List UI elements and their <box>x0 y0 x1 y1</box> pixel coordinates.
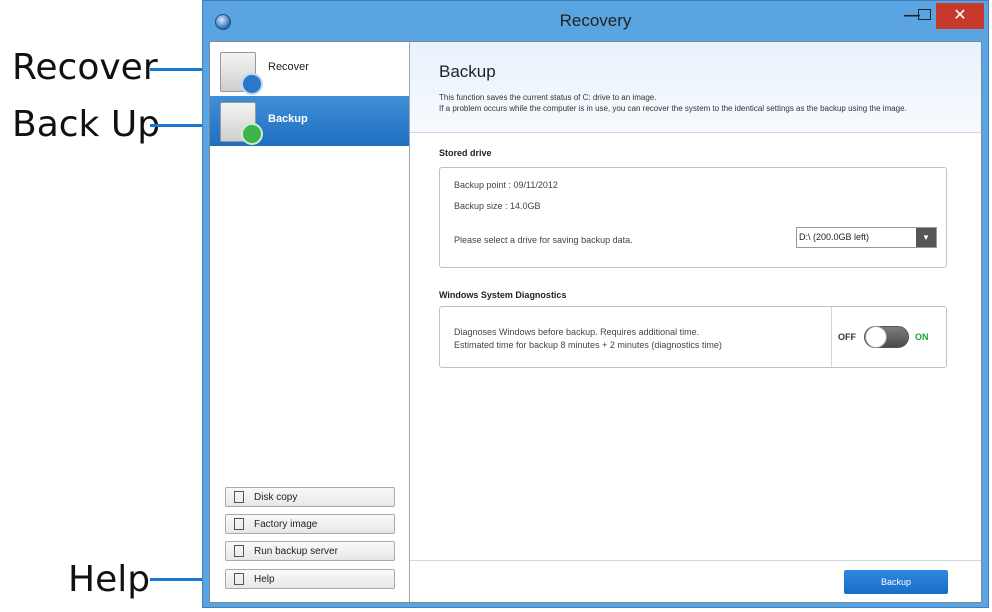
sidebar-item-label: Backup <box>268 113 308 125</box>
diagnostics-line-1: Diagnoses Windows before backup. Require… <box>454 327 700 337</box>
recover-icon <box>220 52 263 95</box>
drive-select-dropdown[interactable]: D:\ (200.0GB left) ▼ <box>796 227 937 248</box>
diagnostics-toggle[interactable] <box>864 326 909 348</box>
description-line: This function saves the current status o… <box>439 93 657 102</box>
run-backup-server-label: Run backup server <box>254 546 338 557</box>
diagnostics-title: Windows System Diagnostics <box>439 290 567 300</box>
callout-backup-label: Back Up <box>12 104 161 145</box>
page-title: Backup <box>439 62 496 81</box>
sidebar-item-backup[interactable]: Backup <box>210 96 409 146</box>
stored-drive-panel: Backup point : 09/11/2012 Backup size : … <box>439 167 947 268</box>
close-button[interactable]: ✕ <box>936 3 984 29</box>
drive-select-value: D:\ (200.0GB left) <box>799 232 870 242</box>
drive-select-prompt: Please select a drive for saving backup … <box>454 235 633 245</box>
backup-button[interactable]: Backup <box>844 570 948 594</box>
toggle-knob[interactable] <box>865 326 887 348</box>
factory-image-button[interactable]: Factory image <box>225 514 395 534</box>
toggle-on-label: ON <box>915 332 929 342</box>
backup-size: Backup size : 14.0GB <box>454 201 541 211</box>
help-label: Help <box>254 574 275 585</box>
sidebar: Recover Backup Disk copy Factory image R… <box>210 42 410 602</box>
stored-drive-title: Stored drive <box>439 148 492 158</box>
description-line: If a problem occurs while the computer i… <box>439 104 907 113</box>
diagnostics-panel: Diagnoses Windows before backup. Require… <box>439 306 947 368</box>
chevron-down-icon: ▼ <box>916 228 936 247</box>
footer-divider <box>410 560 981 561</box>
backup-point: Backup point : 09/11/2012 <box>454 180 558 190</box>
callout-recover-label: Recover <box>12 47 158 88</box>
window-title: Recovery <box>559 11 632 30</box>
diagnostics-line-2: Estimated time for backup 8 minutes + 2 … <box>454 340 722 350</box>
maximize-button[interactable] <box>911 3 937 29</box>
help-button[interactable]: Help <box>225 569 395 589</box>
help-icon <box>234 573 244 585</box>
sidebar-item-recover[interactable]: Recover <box>210 46 409 95</box>
backup-icon <box>220 102 263 145</box>
sidebar-item-label: Recover <box>268 61 309 73</box>
main-panel: Backup This function saves the current s… <box>410 42 981 602</box>
callout-help-label: Help <box>68 559 151 600</box>
disk-copy-button[interactable]: Disk copy <box>225 487 395 507</box>
page-description: This function saves the current status o… <box>439 92 964 114</box>
maximize-icon <box>917 9 931 20</box>
disk-copy-icon <box>234 491 244 503</box>
factory-image-icon <box>234 518 244 530</box>
factory-image-label: Factory image <box>254 519 318 530</box>
toggle-divider <box>831 307 832 367</box>
recovery-window: Recovery — ✕ Recover Backup Disk copy Fa… <box>202 0 989 608</box>
backup-server-icon <box>234 545 244 557</box>
disk-copy-label: Disk copy <box>254 492 298 503</box>
page-header: Backup This function saves the current s… <box>410 42 981 133</box>
window-content: Recover Backup Disk copy Factory image R… <box>209 41 982 603</box>
toggle-off-label: OFF <box>838 332 856 342</box>
title-bar[interactable]: Recovery — ✕ <box>203 1 988 41</box>
run-backup-server-button[interactable]: Run backup server <box>225 541 395 561</box>
